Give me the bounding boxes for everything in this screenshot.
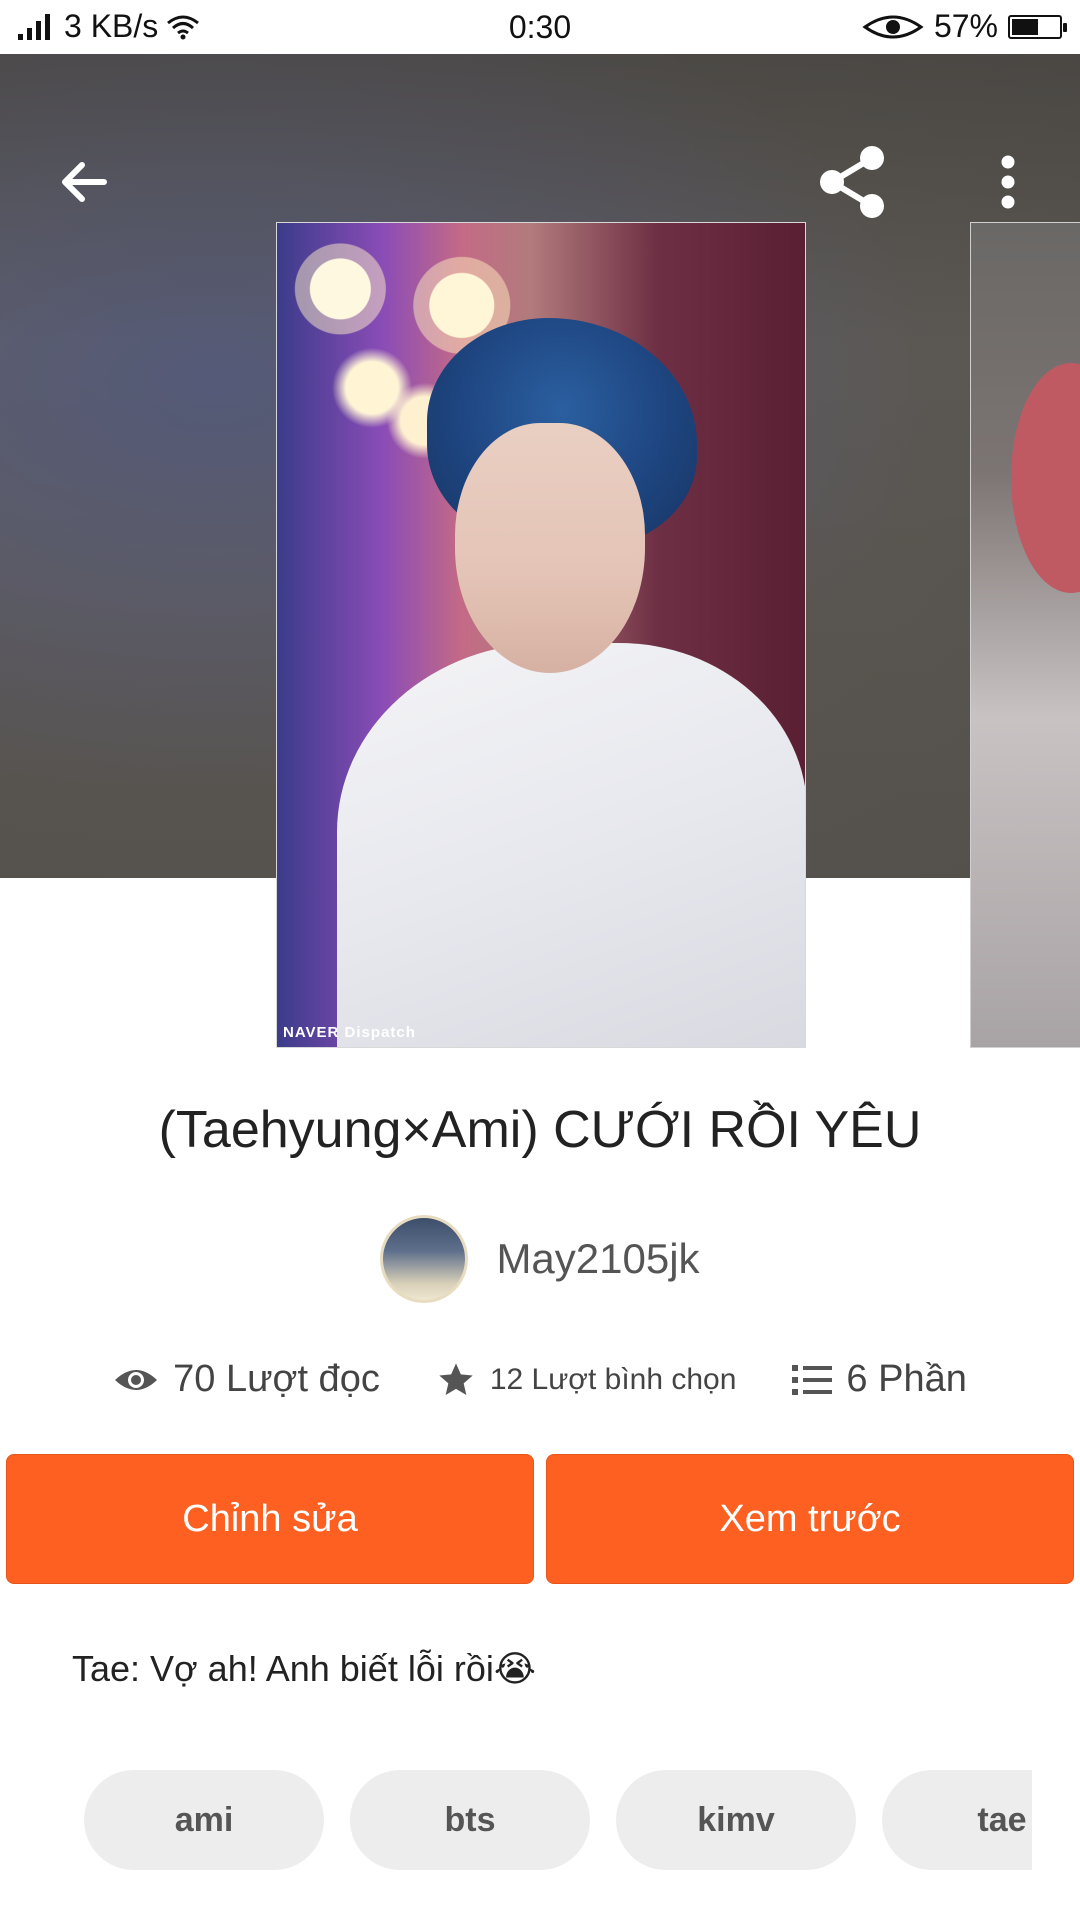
tag-chip[interactable]: tae bbox=[882, 1770, 1032, 1870]
share-button[interactable] bbox=[804, 134, 900, 230]
reads-count: 70 Lượt đọc bbox=[173, 1358, 380, 1400]
cover-watermark: NAVER Dispatch bbox=[283, 1024, 416, 1041]
story-cover[interactable]: NAVER Dispatch bbox=[276, 222, 806, 1048]
cover-art bbox=[455, 423, 645, 673]
more-options-button[interactable] bbox=[960, 134, 1056, 230]
tag-chip[interactable]: kimv bbox=[616, 1770, 856, 1870]
author-row[interactable]: May2105jk bbox=[0, 1215, 1080, 1303]
star-icon bbox=[439, 1362, 473, 1395]
share-icon bbox=[820, 146, 884, 218]
votes-stat: 12 Lượt bình chọn bbox=[436, 1360, 737, 1400]
author-name[interactable]: May2105jk bbox=[496, 1235, 699, 1283]
votes-count: 12 Lượt bình chọn bbox=[489, 1362, 737, 1396]
next-story-cover[interactable] bbox=[970, 222, 1080, 1048]
battery-percent: 57% bbox=[933, 8, 998, 44]
parts-stat: 6 Phần bbox=[792, 1358, 967, 1401]
arrow-left-icon bbox=[62, 162, 107, 202]
preview-button[interactable]: Xem trước bbox=[546, 1454, 1074, 1584]
edit-button[interactable]: Chỉnh sửa bbox=[6, 1454, 534, 1584]
tag-list[interactable]: ami bts kimv tae bbox=[84, 1770, 1032, 1870]
battery-icon bbox=[1008, 14, 1067, 39]
status-bar: 3 KB/s 0:30 57% bbox=[0, 0, 1080, 54]
story-title: (Taehyung×Ami) CƯỚI RỒI YÊU bbox=[158, 1101, 922, 1159]
avatar[interactable] bbox=[380, 1215, 469, 1303]
reads-stat: 70 Lượt đọc bbox=[113, 1358, 380, 1401]
parts-count: 6 Phần bbox=[846, 1358, 967, 1400]
status-right: 57% bbox=[862, 8, 1067, 45]
story-stats: 70 Lượt đọc 12 Lượt bình chọn 6 Phần bbox=[0, 1358, 1080, 1401]
story-description: Tae: Vợ ah! Anh biết lỗi rồi😭 bbox=[72, 1648, 536, 1689]
eye-icon bbox=[115, 1369, 158, 1390]
back-button[interactable] bbox=[36, 134, 132, 230]
cover-art bbox=[1011, 363, 1080, 593]
more-vertical-icon bbox=[1001, 155, 1015, 209]
tag-chip[interactable]: bts bbox=[350, 1770, 590, 1870]
list-icon bbox=[792, 1364, 833, 1395]
eye-comfort-icon bbox=[862, 15, 924, 38]
cover-art bbox=[337, 643, 805, 1047]
tag-chip[interactable]: ami bbox=[84, 1770, 324, 1870]
